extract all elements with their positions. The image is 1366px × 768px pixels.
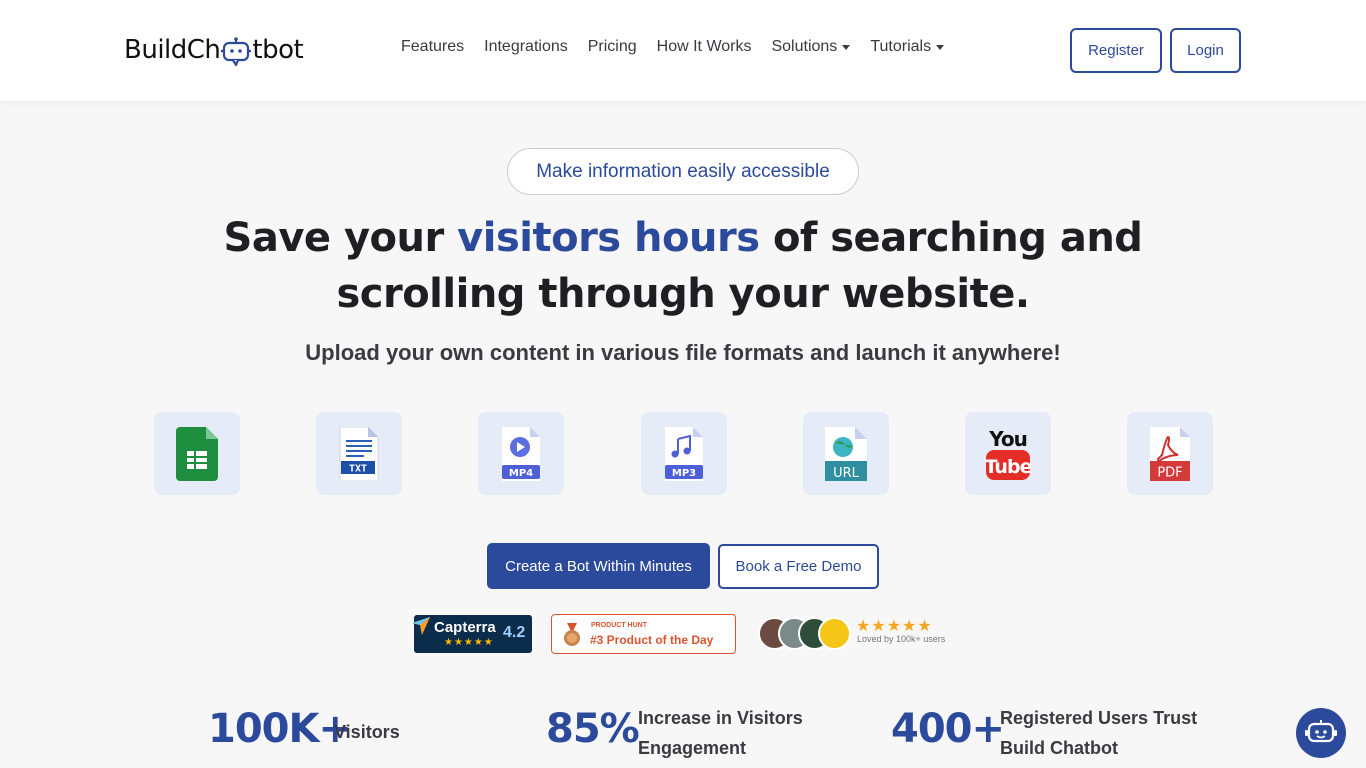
youtube-text-bottom: Tube	[985, 456, 1031, 478]
format-tile-txt: TXT	[316, 412, 402, 495]
mp3-file-icon: MP3	[665, 426, 703, 481]
stat-engagement-label-2: Engagement	[638, 738, 747, 758]
format-tile-url: URL	[803, 412, 889, 495]
product-hunt-badge[interactable]: PRODUCT HUNT #3 Product of the Day	[551, 614, 736, 654]
url-file-icon: URL	[825, 426, 867, 481]
nav-solutions-label: Solutions	[771, 38, 838, 55]
format-tile-youtube: You Tube	[965, 412, 1051, 495]
format-tile-mp4: MP4	[478, 412, 564, 495]
stat-users-label-1: Registered Users Trust	[1000, 708, 1198, 728]
mp3-label: MP3	[672, 468, 696, 479]
main-nav: Features Integrations Pricing How It Wor…	[401, 38, 945, 56]
headline-part2: of searching and	[759, 215, 1143, 261]
nav-integrations[interactable]: Integrations	[484, 38, 568, 56]
mp4-label: MP4	[509, 468, 533, 479]
create-bot-button[interactable]: Create a Bot Within Minutes	[487, 543, 710, 589]
capterra-score: 4.2	[503, 624, 526, 641]
tagline-pill: Make information easily accessible	[507, 148, 859, 195]
stat-engagement-value: 85%	[546, 706, 640, 752]
medal-icon	[564, 623, 580, 646]
logo-text-right: tbot	[252, 35, 304, 65]
youtube-text-top: You	[988, 427, 1027, 451]
site-header: BuildCh tbot Features Integrations Prici…	[0, 0, 1366, 101]
nav-how-it-works[interactable]: How It Works	[657, 38, 752, 56]
logo-robot-icon	[221, 37, 252, 67]
headline-line2: scrolling through your website.	[336, 271, 1030, 317]
headline-highlight: visitors hours	[457, 215, 760, 261]
ph-main-label: #3 Product of the Day	[590, 633, 714, 647]
stat-engagement-label-1: Increase in Visitors	[638, 708, 803, 728]
url-label: URL	[833, 466, 860, 481]
nav-solutions-dropdown[interactable]: Solutions	[771, 38, 851, 56]
pdf-label: PDF	[1157, 465, 1182, 480]
logo-text-left: BuildCh	[124, 35, 221, 65]
txt-label: TXT	[349, 463, 367, 474]
hero-subheadline: Upload your own content in various file …	[305, 340, 1061, 365]
ph-top-label: PRODUCT HUNT	[591, 622, 647, 629]
hero-headline: Save your visitors hours of searching an…	[0, 210, 1366, 322]
avatar	[818, 617, 851, 650]
format-tile-pdf: PDF	[1127, 412, 1213, 495]
capterra-arrow-icon	[412, 617, 430, 635]
chevron-down-icon	[936, 44, 945, 50]
capterra-badge[interactable]: Capterra ★★★★★ 4.2	[412, 615, 532, 653]
txt-file-icon: TXT	[339, 426, 379, 481]
chatbot-icon	[1305, 720, 1337, 743]
headline-part1: Save your	[223, 215, 458, 261]
loved-by-text: Loved by 100k+ users	[857, 634, 946, 644]
mp4-file-icon: MP4	[502, 426, 540, 481]
stat-visitors-label: Visitors	[334, 722, 400, 742]
google-sheets-icon	[176, 426, 218, 481]
chevron-down-icon	[842, 44, 851, 50]
format-tile-sheets	[154, 412, 240, 495]
capterra-name: Capterra	[434, 619, 496, 636]
nav-pricing[interactable]: Pricing	[588, 38, 637, 56]
login-button[interactable]: Login	[1170, 28, 1241, 73]
youtube-icon: You Tube	[985, 427, 1031, 480]
nav-tutorials-label: Tutorials	[870, 38, 932, 55]
register-button[interactable]: Register	[1070, 28, 1162, 73]
format-tile-mp3: MP3	[641, 412, 727, 495]
chat-widget-button[interactable]	[1296, 708, 1346, 758]
rating-stars: ★★★★★	[856, 618, 933, 635]
nav-features[interactable]: Features	[401, 38, 464, 56]
pdf-file-icon: PDF	[1150, 426, 1190, 481]
stat-users-value: 400+	[891, 706, 1005, 752]
buildchatbot-logo[interactable]: BuildCh tbot	[124, 30, 304, 70]
stat-visitors-value: 100K+	[208, 706, 352, 752]
capterra-stars: ★★★★★	[444, 637, 494, 648]
nav-tutorials-dropdown[interactable]: Tutorials	[870, 38, 945, 56]
book-demo-button[interactable]: Book a Free Demo	[718, 544, 879, 589]
stat-users-label-2: Build Chatbot	[1000, 738, 1118, 758]
